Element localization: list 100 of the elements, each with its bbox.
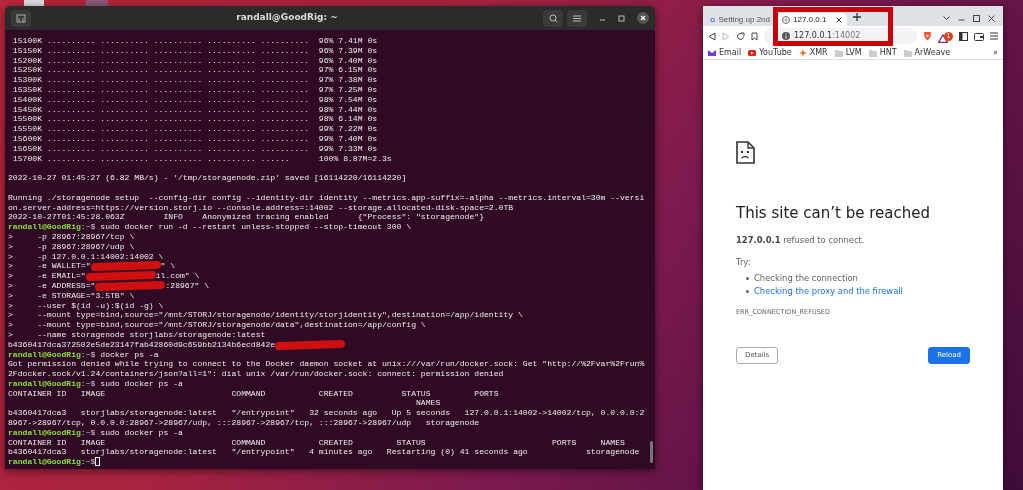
- command-text: sudo docker ps -a: [99, 427, 183, 438]
- redaction-mark: [90, 261, 161, 272]
- terminal-line: CONTAINER ID IMAGE COMMAND CREATED STATUS PORTS NAMES: [8, 437, 626, 448]
- folder-icon: [868, 48, 877, 57]
- terminal-text: " \: [160, 261, 176, 272]
- terminal-line: 15400K .......... .......... .......... .......... .......... 98% 7.54M 0s: [11, 94, 379, 105]
- bullet-icon: [746, 289, 749, 293]
- maximize-icon[interactable]: [618, 14, 625, 22]
- terminal-line: 15500K .......... .......... .......... .......... .......... 98% 6.14M 0s: [11, 114, 379, 125]
- back-icon[interactable]: [708, 31, 716, 41]
- terminal-line: NAMES: [415, 398, 442, 409]
- browser-tab[interactable]: 127.0.0.1: [777, 13, 847, 26]
- suggestion-link[interactable]: Checking the proxy and the firewall: [754, 284, 903, 298]
- close-icon[interactable]: [637, 12, 649, 24]
- redaction-mark: [275, 339, 346, 350]
- terminal-line: on.server-address=https://version.storj.io --console.address=:14002 --storage.allocated-disk-space=2.0TB: [8, 202, 515, 213]
- terminal-text: :28967" \: [165, 280, 210, 291]
- terminal-text: > -e ADDRESS=": [8, 280, 96, 291]
- redaction-mark: [85, 270, 156, 282]
- chevron-icon[interactable]: [943, 16, 950, 21]
- terminal-line: > -e STORAGE="3.5TB" \: [8, 290, 136, 301]
- info-icon[interactable]: [782, 32, 790, 40]
- suggestion-text: Checking the connection: [754, 271, 858, 285]
- terminal-text: > -e WALLET=": [8, 261, 91, 272]
- prompt-path: :~$: [80, 378, 96, 389]
- menu-icon: [573, 14, 581, 22]
- terminal-line: > --mount type=bind,source="/mnt/STORJ/storagenode/data",destination=/app/config \: [8, 320, 427, 330]
- terminal-line: 2022-10-27 01:45:27 (6.82 MB/s) - '/tmp/storagenode.zip' saved [16114220/16114220]: [8, 173, 408, 183]
- bookmark-link[interactable]: LVM: [834, 46, 862, 59]
- globe-icon: [782, 15, 790, 24]
- terminal-line: Got permission denied while trying to connect to the Docker daemon socket at unix:///var/run/docker.sock: Get "http://%2Fvar%2Frun%: [8, 359, 646, 370]
- lion-shield-icon[interactable]: [923, 31, 932, 41]
- terminal-line: > --user $(id -u):$(id -g) \: [8, 300, 165, 311]
- terminal-line: 15300K .......... .......... .......... .......... .......... 97% 7.38M 0s: [11, 75, 379, 85]
- terminal-line: > --name storagenode storjlabs/storagenode:latest: [8, 329, 267, 340]
- close-icon[interactable]: [836, 16, 842, 23]
- prompt-user: randall@GoodRig: [8, 349, 81, 360]
- menu-button[interactable]: [567, 9, 587, 27]
- terminal-text: il.com" \: [155, 271, 200, 281]
- redaction-mark: [95, 280, 166, 292]
- terminal-line: > --mount type=bind,source="/mnt/STORJ/storagenode/identity/storjidentity",destination=/app/identity \: [8, 310, 524, 321]
- tab-icon: [16, 13, 26, 23]
- window-title: randall@GoodRig: ~: [236, 12, 338, 23]
- scrollbar[interactable]: [650, 441, 653, 463]
- bullet-icon: [746, 276, 749, 280]
- terminal-line: 15700K .......... .......... .......... .......... ...... 100% 8.87M=2.3s: [11, 153, 393, 164]
- error-heading: This site can’t be reached: [736, 203, 931, 224]
- search-button[interactable]: [543, 9, 563, 27]
- bookmark-link[interactable]: YouTube: [748, 46, 792, 59]
- try-label: Try:: [736, 256, 752, 269]
- prompt-path: :~$: [80, 222, 96, 232]
- sidebar-icon[interactable]: [959, 31, 968, 41]
- terminal-line: 15350K .......... .......... .......... .......... .......... 97% 7.25M 0s: [11, 85, 379, 95]
- bookmark-icon[interactable]: [751, 31, 758, 41]
- terminal-line: 8967->28967/tcp, 0.0.0.0:28967->28967/udp, :::28967->28967/tcp, :::28967->28967/udp storagenode: [8, 418, 481, 428]
- terminal-line: > -p 127.0.0.1:14002:14002 \: [8, 251, 165, 262]
- prompt-path: :~$: [80, 457, 96, 468]
- bookmark-link[interactable]: XMR: [798, 46, 828, 59]
- prompt-user: randall@GoodRig: [8, 222, 81, 232]
- prompt-user: randall@GoodRig: [8, 427, 81, 438]
- terminal-line: 15150K .......... .......... .......... .......... .......... 96% 7.39M 0s: [11, 45, 379, 56]
- envelope-icon: [708, 48, 716, 57]
- wallet-icon[interactable]: [974, 31, 984, 41]
- folder-icon: [834, 48, 843, 57]
- command-text: sudo docker ps -a: [99, 378, 183, 389]
- bookmark-link[interactable]: HNT: [868, 46, 897, 59]
- prompt-user: randall@GoodRig: [8, 457, 81, 468]
- new-tab-icon[interactable]: [853, 13, 861, 21]
- folder-icon: [903, 48, 912, 57]
- reload-icon[interactable]: [736, 31, 745, 41]
- sad-page-icon: [736, 141, 755, 164]
- terminal-line: 15100K .......... .......... .......... .......... .......... 96% 7.41M 0s: [11, 36, 379, 46]
- prompt-user: randall@GoodRig: [8, 378, 81, 389]
- new-tab-button[interactable]: [11, 9, 31, 27]
- terminal-text: > -e EMAIL=": [8, 271, 86, 281]
- terminal-line: > -p 28967:28967/tcp \: [8, 231, 136, 242]
- more-bookmarks-button[interactable]: »: [993, 46, 998, 59]
- terminal-line: Running ./storagenode setup --config-dir config --identity-dir identity --metrics.app-suffix=-alpha --metrics.interval=30m --versi: [8, 192, 646, 203]
- close-icon[interactable]: [988, 15, 995, 22]
- gear-icon: [710, 15, 716, 24]
- menu-icon[interactable]: [990, 32, 998, 40]
- play-icon: [748, 48, 757, 57]
- terminal-text: b4360417dca372502e5de23147fab42860d9c659bb2134b6ecd842e: [8, 339, 276, 350]
- command-text: sudo docker run -d --restart unless-stopped --stop-timeout 300 \: [99, 222, 412, 232]
- terminal-line: 15600K .......... .......... .......... .......... .......... 99% 7.40M 0s: [11, 133, 379, 144]
- maximize-icon[interactable]: [973, 15, 980, 22]
- prompt-path: :~$: [80, 427, 96, 438]
- terminal-line: b4360417dca3 storjlabs/storagenode:latest "/entrypoint" 4 minutes ago Restarting (0) 41 seconds ago storagenode: [8, 447, 641, 458]
- terminal-line: 15450K .......... .......... .......... .......... .......... 98% 7.44M 0s: [11, 104, 379, 115]
- terminal-line: CONTAINER ID IMAGE COMMAND CREATED STATUS PORTS: [8, 388, 500, 399]
- bookmark-link[interactable]: Email: [708, 46, 742, 59]
- terminal-line: > -p 28967:28967/udp \: [8, 241, 136, 252]
- bookmark-link[interactable]: ArWeave: [903, 46, 951, 59]
- terminal-line: 2022-10-27T01:45:28.063Z INFO Anonymized tracing enabled {"Process": "storagenode"}: [8, 212, 485, 223]
- browser-tab[interactable]: Setting up 2nd: [705, 13, 775, 26]
- terminal-line: 15650K .......... .......... .......... .......... .......... 99% 7.33M 0s: [11, 143, 379, 154]
- command-text: docker ps -a: [99, 349, 159, 360]
- prompt-path: :~$: [80, 349, 96, 360]
- terminal-line: 15200K .......... .......... .......... .......... .......... 96% 7.40M 0s: [11, 55, 379, 66]
- terminal-line: 15550K .......... .......... .......... .......... .......... 99% 7.22M 0s: [11, 124, 379, 134]
